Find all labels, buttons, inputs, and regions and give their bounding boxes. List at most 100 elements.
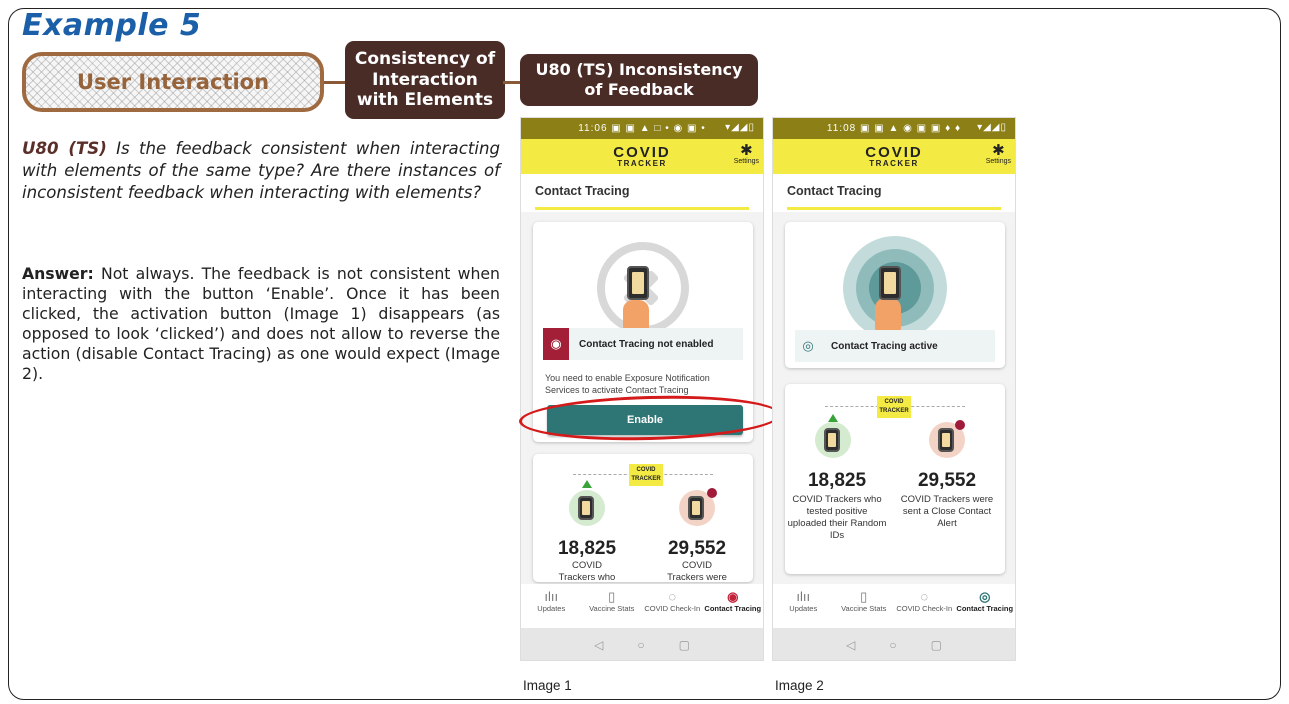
- contact-tracing-card: ◎ Contact Tracing active: [785, 222, 1005, 368]
- home-icon[interactable]: ○: [889, 638, 896, 652]
- nav-covid-checkin[interactable]: ◌ COVID Check-In: [643, 589, 701, 614]
- up-arrow-icon: [828, 414, 838, 422]
- signal-off-icon: ◉: [543, 328, 569, 360]
- settings-label: Settings: [985, 158, 1011, 165]
- answer-text: Answer: Not always. The feedback is not …: [22, 264, 500, 384]
- category-pill: User Interaction: [22, 52, 324, 112]
- nav-checkin-label: COVID Check-In: [896, 604, 953, 613]
- section-underline: [787, 207, 1001, 210]
- covid-tracker-logo: COVID TRACKER: [613, 145, 671, 168]
- nav-vaccine-stats[interactable]: ▯ Vaccine Stats: [835, 589, 893, 614]
- caption-image-2: Image 2: [775, 678, 824, 693]
- section-title: Contact Tracing: [787, 184, 882, 198]
- covid-tracker-logo: COVID TRACKER: [865, 145, 923, 168]
- back-icon[interactable]: ◁: [846, 638, 855, 652]
- stats-card: COVID TRACKER 18,825 COVID Trackers who …: [785, 384, 1005, 574]
- status-bar: 11:06 ▣ ▣ ▲ □ • ◉ ▣ • ▾◢◢▯: [521, 118, 763, 139]
- bottom-nav: ılıı Updates ▯ Vaccine Stats ◌ COVID Check-…: [521, 584, 763, 628]
- nav-updates-label: Updates: [789, 604, 818, 613]
- upload-avatar-icon: [569, 490, 605, 526]
- status-text: Contact Tracing active: [831, 340, 938, 352]
- clock-icon: ◌: [920, 589, 929, 604]
- phone-icon: [627, 266, 649, 300]
- question-text: U80 (TS) Is the feedback consistent when…: [22, 138, 500, 204]
- phone-icon: [578, 496, 594, 520]
- section-title: Contact Tracing: [535, 184, 630, 198]
- nav-tracing-label: Contact Tracing: [956, 604, 1014, 613]
- nav-checkin-label: COVID Check-In: [644, 604, 701, 613]
- status-icons: ▣ ▣ ▲ □ • ◉ ▣ •: [611, 123, 706, 134]
- system-nav-bar: ◁ ○ ▢: [521, 628, 763, 660]
- gear-icon: ✱: [740, 142, 753, 159]
- phone-icon: [879, 266, 901, 300]
- covid-tracker-badge: COVID TRACKER: [629, 464, 663, 486]
- nav-updates[interactable]: ılıı Updates: [774, 589, 832, 614]
- criterion-pill: U80 (TS) Inconsistency of Feedback: [520, 54, 758, 106]
- status-row: ◎ Contact Tracing active: [795, 330, 995, 362]
- status-row: ◉ Contact Tracing not enabled: [543, 328, 743, 360]
- stat1-label-cut: Trackers who: [558, 572, 616, 583]
- screenshot-image-2: 11:08 ▣ ▣ ▲ ◉ ▣ ▣ ♦ ♦ ▾◢◢▯ COVID TRACKER…: [772, 117, 1016, 661]
- recents-icon[interactable]: ▢: [931, 638, 942, 652]
- logo-sub: TRACKER: [869, 159, 919, 168]
- back-icon[interactable]: ◁: [594, 638, 603, 652]
- question-code: U80 (TS): [22, 139, 107, 158]
- status-icons: ▣ ▣ ▲ ◉ ▣ ▣ ♦ ♦: [860, 123, 962, 134]
- logo-main: COVID: [865, 144, 923, 161]
- settings-button[interactable]: ✱ Settings: [986, 143, 1011, 165]
- bar-chart-icon: ılıı: [544, 589, 559, 604]
- nav-covid-checkin[interactable]: ◌ COVID Check-In: [895, 589, 953, 614]
- clock-icon: ◌: [668, 589, 677, 604]
- stat2-label-cut: Trackers were: [667, 572, 727, 583]
- logo-sub: TRACKER: [617, 159, 667, 168]
- vial-icon: ▯: [608, 589, 616, 604]
- bar-chart-icon: ılıı: [796, 589, 811, 604]
- app-header: COVID TRACKER ✱ Settings: [773, 139, 1015, 174]
- up-arrow-icon: [582, 480, 592, 488]
- system-nav-bar: ◁ ○ ▢: [773, 628, 1015, 660]
- phone-icon: [824, 428, 840, 452]
- settings-button[interactable]: ✱ Settings: [734, 143, 759, 165]
- nav-vaccine-stats[interactable]: ▯ Vaccine Stats: [583, 589, 641, 614]
- upload-avatar-icon: [815, 422, 851, 458]
- status-time: 11:08: [826, 123, 857, 134]
- screenshot-image-1: 11:06 ▣ ▣ ▲ □ • ◉ ▣ • ▾◢◢▯ COVID TRACKER…: [520, 117, 764, 661]
- nav-tracing-label: Contact Tracing: [704, 604, 762, 613]
- stat1-label: COVID: [571, 560, 603, 571]
- hand-icon: [875, 298, 901, 332]
- nav-updates-label: Updates: [537, 604, 566, 613]
- settings-label: Settings: [733, 158, 759, 165]
- connector-line: [324, 81, 346, 84]
- status-text: Contact Tracing not enabled: [579, 338, 714, 350]
- signal-on-icon: ◎: [795, 330, 821, 362]
- nav-contact-tracing[interactable]: ◎ Contact Tracing: [956, 589, 1014, 614]
- covid-tracker-badge: COVID TRACKER: [877, 396, 911, 418]
- status-time: 11:06: [578, 123, 608, 134]
- phone-icon: [688, 496, 704, 520]
- app-header: COVID TRACKER ✱ Settings: [521, 139, 763, 174]
- subcategory-pill: Consistency of Interaction with Elements: [345, 41, 505, 119]
- nav-vaccine-label: Vaccine Stats: [589, 604, 635, 613]
- vial-icon: ▯: [860, 589, 868, 604]
- status-bar: 11:08 ▣ ▣ ▲ ◉ ▣ ▣ ♦ ♦ ▾◢◢▯: [773, 118, 1015, 139]
- bottom-nav: ılıı Updates ▯ Vaccine Stats ◌ COVID Check-…: [773, 584, 1015, 628]
- nav-updates[interactable]: ılıı Updates: [522, 589, 580, 614]
- phone-icon: [938, 428, 954, 452]
- tracing-icon: ◎: [979, 589, 991, 604]
- signal-icons: ▾◢◢▯: [977, 122, 1007, 133]
- home-icon[interactable]: ○: [637, 638, 644, 652]
- stat1-label: COVID Trackers who tested positive uploa…: [787, 494, 887, 541]
- logo-main: COVID: [613, 144, 671, 161]
- section-underline: [535, 207, 749, 210]
- slide-title: Example 5: [22, 8, 202, 43]
- stat1-number: 18,825: [557, 538, 617, 559]
- enable-note: You need to enable Exposure Notification…: [545, 373, 710, 395]
- section-header: Contact Tracing: [521, 174, 763, 212]
- nav-contact-tracing[interactable]: ◉ Contact Tracing: [704, 589, 762, 614]
- section-header: Contact Tracing: [773, 174, 1015, 212]
- answer-body: Not always. The feedback is not consiste…: [22, 264, 500, 383]
- stats-card: COVID TRACKER 18,825 COVID Trackers who …: [533, 454, 753, 583]
- stat2-label: COVID Trackers were sent a Close Contact…: [900, 494, 994, 529]
- tracing-alert-icon: ◉: [727, 589, 739, 604]
- recents-icon[interactable]: ▢: [679, 638, 690, 652]
